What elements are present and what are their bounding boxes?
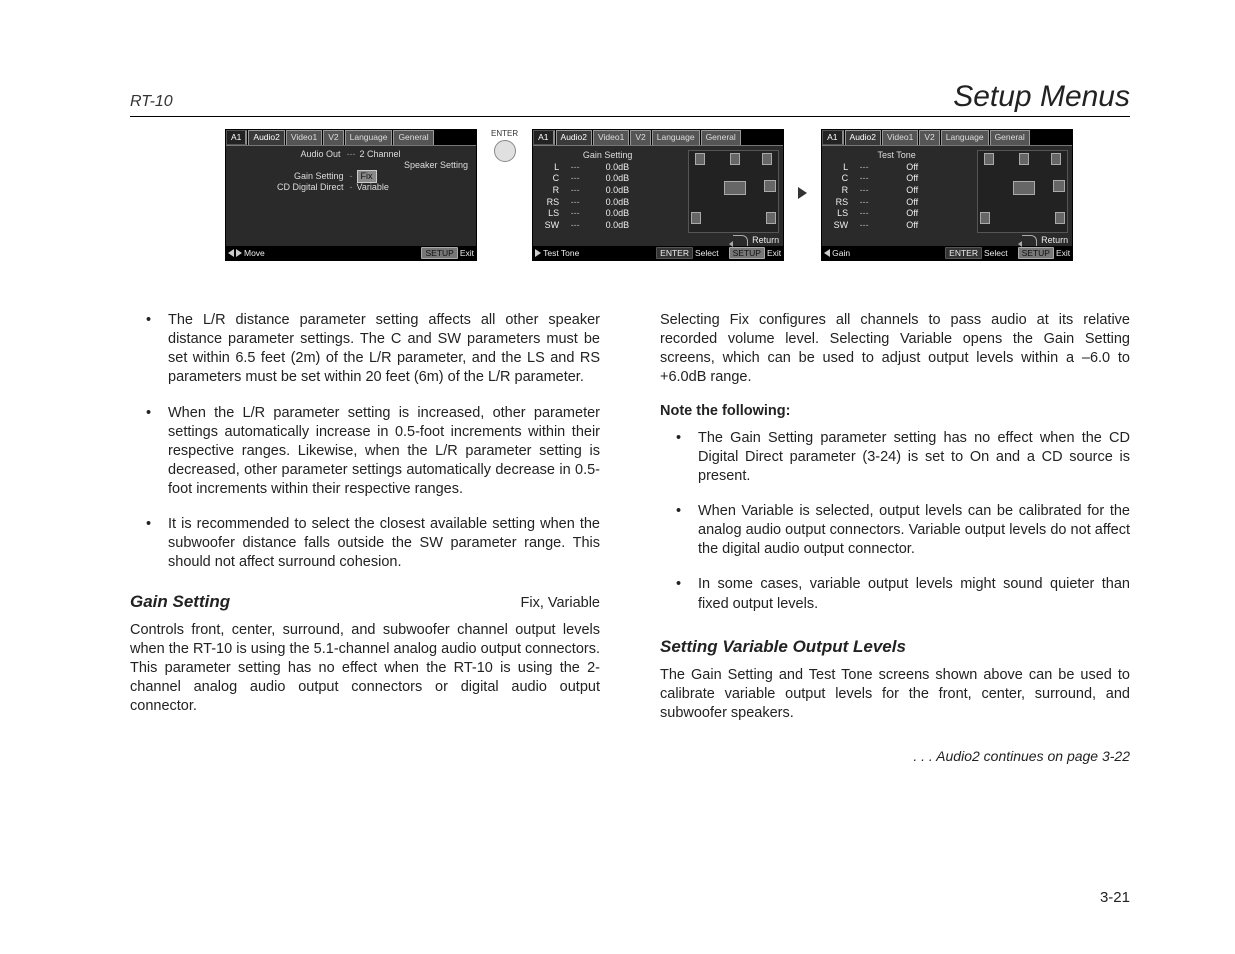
- tab-row: A1 Audio2 Video1 V2 Language General: [226, 130, 476, 145]
- move-icons: [228, 249, 242, 257]
- screenshot-gain-setting: A1 Audio2 Video1 V2 Language General Gai…: [532, 129, 784, 261]
- return-arrow-icon: [1022, 235, 1037, 246]
- speaker-rs-icon: [766, 212, 776, 224]
- speaker-l-icon: [695, 153, 705, 165]
- exit-label: Exit: [1056, 248, 1070, 258]
- row-audio-out: Audio Out: [228, 149, 345, 159]
- gain-table: L---0.0dB C---0.0dB R---0.0dB RS---0.0dB…: [535, 162, 680, 232]
- tv-icon: [724, 181, 746, 195]
- exit-label: Exit: [767, 248, 781, 258]
- row-gain-setting: Gain Setting: [228, 171, 348, 181]
- para-fix-variable: Selecting Fix configures all channels to…: [660, 311, 1130, 388]
- page-number: 3-21: [1100, 889, 1130, 906]
- bullet-sw-range: It is recommended to select the closest …: [130, 515, 600, 572]
- tab-a1: A1: [226, 130, 247, 145]
- enter-chip: ENTER: [656, 247, 693, 259]
- bullet-lr-increase: When the L/R parameter setting is increa…: [130, 404, 600, 500]
- sub-section-para: The Gain Setting and Test Tone screens s…: [660, 666, 1130, 723]
- tab-language: Language: [345, 130, 393, 145]
- speaker-sw-icon: [764, 180, 776, 192]
- return-label: Return: [752, 235, 779, 245]
- page-title: Setup Menus: [953, 80, 1130, 114]
- screenshot-test-tone: A1 Audio2 Video1 V2 Language General Tes…: [821, 129, 1073, 261]
- continuation-line: . . . Audio2 continues on page 3-22: [660, 747, 1130, 765]
- tv-icon: [1013, 181, 1035, 195]
- speaker-c-icon: [1019, 153, 1029, 165]
- section-title-tone: Test Tone: [824, 148, 969, 162]
- body-columns: The L/R distance parameter setting affec…: [130, 311, 1130, 766]
- section-gain-opts: Fix, Variable: [520, 594, 600, 613]
- tab-audio2: Audio2: [248, 130, 284, 145]
- speaker-c-icon: [730, 153, 740, 165]
- select-label: Select: [695, 248, 719, 258]
- speaker-r-icon: [1051, 153, 1061, 165]
- bullet-quieter: In some cases, variable output levels mi…: [660, 575, 1130, 613]
- screenshots-row: A1 Audio2 Video1 V2 Language General Aud…: [225, 129, 1130, 261]
- room-diagram: [977, 150, 1068, 233]
- enter-knob: ENTER: [491, 129, 518, 162]
- triangle-right-icon: [798, 187, 807, 199]
- speaker-ls-icon: [691, 212, 701, 224]
- tab-general: General: [393, 130, 433, 145]
- header: RT-10 Setup Menus: [130, 80, 1130, 117]
- model-label: RT-10: [130, 93, 173, 111]
- bullet-lr-distance: The L/R distance parameter setting affec…: [130, 311, 600, 388]
- setup-chip: SETUP: [729, 247, 765, 259]
- speaker-rs-icon: [1055, 212, 1065, 224]
- tone-table: L---Off C---Off R---Off RS---Off LS---Of…: [824, 162, 969, 232]
- screenshot-audio-out: A1 Audio2 Video1 V2 Language General Aud…: [225, 129, 477, 261]
- setup-chip: SETUP: [421, 247, 457, 259]
- note-heading: Note the following:: [660, 402, 1130, 421]
- bullet-variable-calibrate: When Variable is selected, output levels…: [660, 502, 1130, 559]
- speaker-l-icon: [984, 153, 994, 165]
- exit-label: Exit: [460, 248, 474, 258]
- tab-v2: V2: [323, 130, 343, 145]
- triangle-right-icon: [236, 249, 242, 257]
- bullet-cd-direct: The Gain Setting parameter setting has n…: [660, 429, 1130, 486]
- room-diagram: [688, 150, 779, 233]
- select-label: Select: [984, 248, 1008, 258]
- speaker-sw-icon: [1053, 180, 1065, 192]
- bl-test-tone: Test Tone: [543, 248, 579, 258]
- return-label: Return: [1041, 235, 1068, 245]
- row-speaker-setting: Speaker Setting: [228, 160, 472, 170]
- setup-chip: SETUP: [1018, 247, 1054, 259]
- return-arrow-icon: [733, 235, 748, 246]
- section-title-gain: Gain Setting: [535, 148, 680, 162]
- triangle-left-icon: [228, 249, 234, 257]
- row-cd-digital: CD Digital Direct: [228, 182, 348, 192]
- footer-bar: Move SETUP Exit: [226, 246, 476, 260]
- nav-next: [798, 129, 807, 199]
- right-column: Selecting Fix configures all channels to…: [660, 311, 1130, 766]
- triangle-right-icon: [535, 249, 541, 257]
- tab-video1: Video1: [286, 130, 322, 145]
- knob-icon: [494, 140, 516, 162]
- section-gain-title: Gain Setting: [130, 591, 230, 613]
- sub-section-title: Setting Variable Output Levels: [660, 636, 1130, 658]
- triangle-left-icon: [824, 249, 830, 257]
- bl-gain: Gain: [832, 248, 850, 258]
- section-gain-para: Controls front, center, surround, and su…: [130, 621, 600, 717]
- speaker-ls-icon: [980, 212, 990, 224]
- enter-label: ENTER: [491, 129, 518, 138]
- speaker-r-icon: [762, 153, 772, 165]
- enter-chip: ENTER: [945, 247, 982, 259]
- left-column: The L/R distance parameter setting affec…: [130, 311, 600, 766]
- move-label: Move: [244, 248, 265, 258]
